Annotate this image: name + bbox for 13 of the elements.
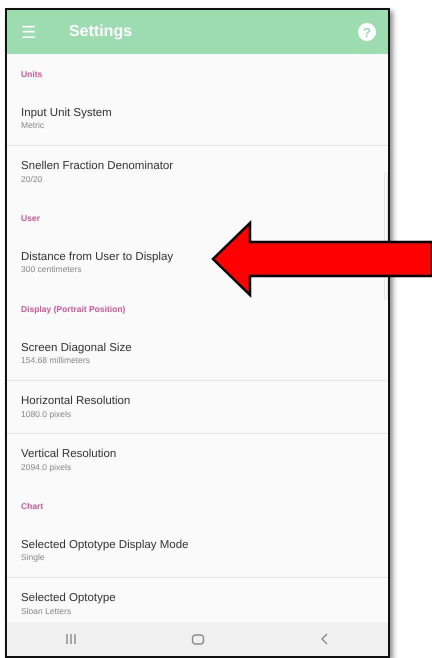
section-header: Chart xyxy=(20,500,44,513)
section-header: User xyxy=(20,212,41,225)
setting-item[interactable]: Selected Optotype Display Mode Single xyxy=(7,524,202,577)
setting-item[interactable]: Distance from User to Display 300 centimeters xyxy=(7,236,188,289)
setting-item[interactable]: Horizontal Resolution 1080.0 pixels xyxy=(7,381,144,433)
section-header: Units xyxy=(20,68,44,81)
setting-item[interactable]: Screen Diagonal Size 154.68 millimeters xyxy=(7,327,146,380)
setting-item[interactable]: Snellen Fraction Denominator 20/20 xyxy=(7,146,188,198)
screen-title: Settings xyxy=(69,22,134,42)
section-header: Display (Portrait Position) xyxy=(20,303,126,316)
setting-item[interactable]: Vertical Resolution 2094.0 pixels xyxy=(7,434,130,486)
setting-item[interactable]: Input Unit System Metric xyxy=(7,92,126,145)
setting-item[interactable]: Selected Optotype Sloan Letters xyxy=(7,578,130,622)
